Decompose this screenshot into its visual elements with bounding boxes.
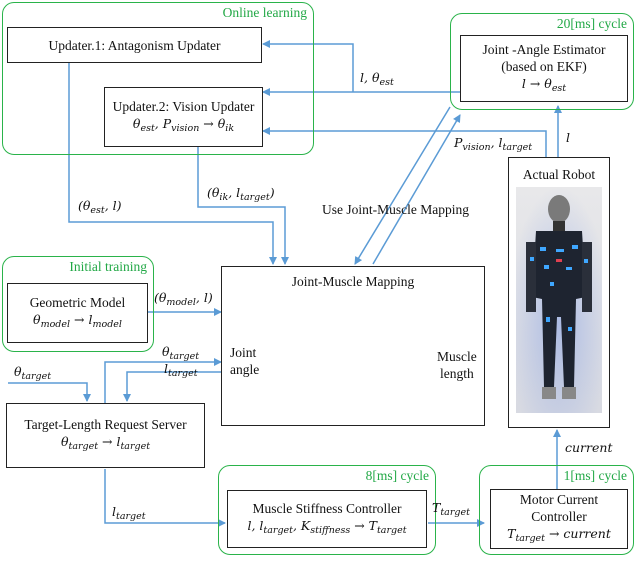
label-use-joint-muscle-mapping: Use Joint-Muscle Mapping [322,202,469,217]
estimator-subtitle: (based on EKF) [501,58,587,74]
estimator-title: Joint -Angle Estimator [482,41,606,57]
mapping-input-label: Joint angle [230,345,260,377]
stiffness-controller-box[interactable]: Muscle Stiffness Controller l, ltarget, … [227,490,427,548]
request-server-formula: θtarget → ltarget [60,434,151,452]
motor-controller-title2: Controller [531,509,587,524]
group-initial-training-label: Initial training [69,259,147,274]
group-20ms-label: 20[ms] cycle [556,16,627,31]
label-l-target-from-mapping: ltarget [164,361,198,379]
joint-muscle-mapping-box[interactable]: Joint-Muscle Mapping [221,266,485,426]
robot-photo [516,187,602,413]
geometric-model-formula: θmodel → lmodel [33,311,122,330]
motor-controller-title1: Motor Current [519,492,599,507]
request-server-box[interactable]: Target-Length Request Server θtarget → l… [6,403,205,468]
actual-robot-box[interactable]: Actual Robot [508,157,610,428]
stiffness-controller-title: Muscle Stiffness Controller [252,500,402,516]
request-server-title: Target-Length Request Server [24,417,187,432]
estimator-box[interactable]: Joint -Angle Estimator (based on EKF) l … [460,35,628,102]
arrow-mapping-to-estimator [372,114,461,265]
mapping-output-label: Muscle length [437,349,477,381]
label-theta-target-to-mapping: θtarget [162,344,200,362]
arrow-theta-target-input [8,382,91,402]
geometric-model-box[interactable]: Geometric Model θmodel → lmodel [7,283,148,343]
updater1-title: Updater.1: Antagonism Updater [48,37,221,53]
label-p-vision-l-target: Pvision, ltarget [454,135,533,153]
arrow-server-to-mapping [104,358,222,403]
label-l-robot: l [566,130,570,145]
geometric-model-title: Geometric Model [29,294,126,310]
label-theta-ik-l-target: (θik, ltarget) [207,185,275,203]
label-l-target-to-stiffness: ltarget [112,504,146,522]
label-t-target: Ttarget [432,500,470,518]
updater2-title: Updater.2: Vision Updater [112,98,255,114]
label-theta-model-l: (θmodel, l) [154,290,213,308]
stiffness-controller-formula: l, ltarget, Kstiffness → Ttarget [247,517,407,536]
label-theta-est-l: (θest, l) [78,198,122,216]
updater2-box[interactable]: Updater.2: Vision Updater θest, Pvision … [104,87,263,147]
actual-robot-title: Actual Robot [522,167,596,182]
group-8ms-label: 8[ms] cycle [365,468,429,483]
label-theta-target-input: θtarget [14,364,52,382]
group-1ms-label: 1[ms] cycle [563,468,627,483]
label-current: current [565,440,613,455]
updater1-box[interactable]: Updater.1: Antagonism Updater [7,27,262,63]
motor-current-controller-box[interactable]: Motor Current Controller Ttarget → curre… [490,489,628,549]
group-online-learning-label: Online learning [222,5,307,20]
arrow-updater2-to-mapping [197,145,289,265]
estimator-formula: l → θest [521,75,567,94]
label-l-theta-est: l, θest [360,70,394,88]
motor-controller-formula: Ttarget → current [507,526,611,544]
updater2-formula: θest, Pvision → θik [132,115,235,134]
mapping-title: Joint-Muscle Mapping [291,274,415,289]
